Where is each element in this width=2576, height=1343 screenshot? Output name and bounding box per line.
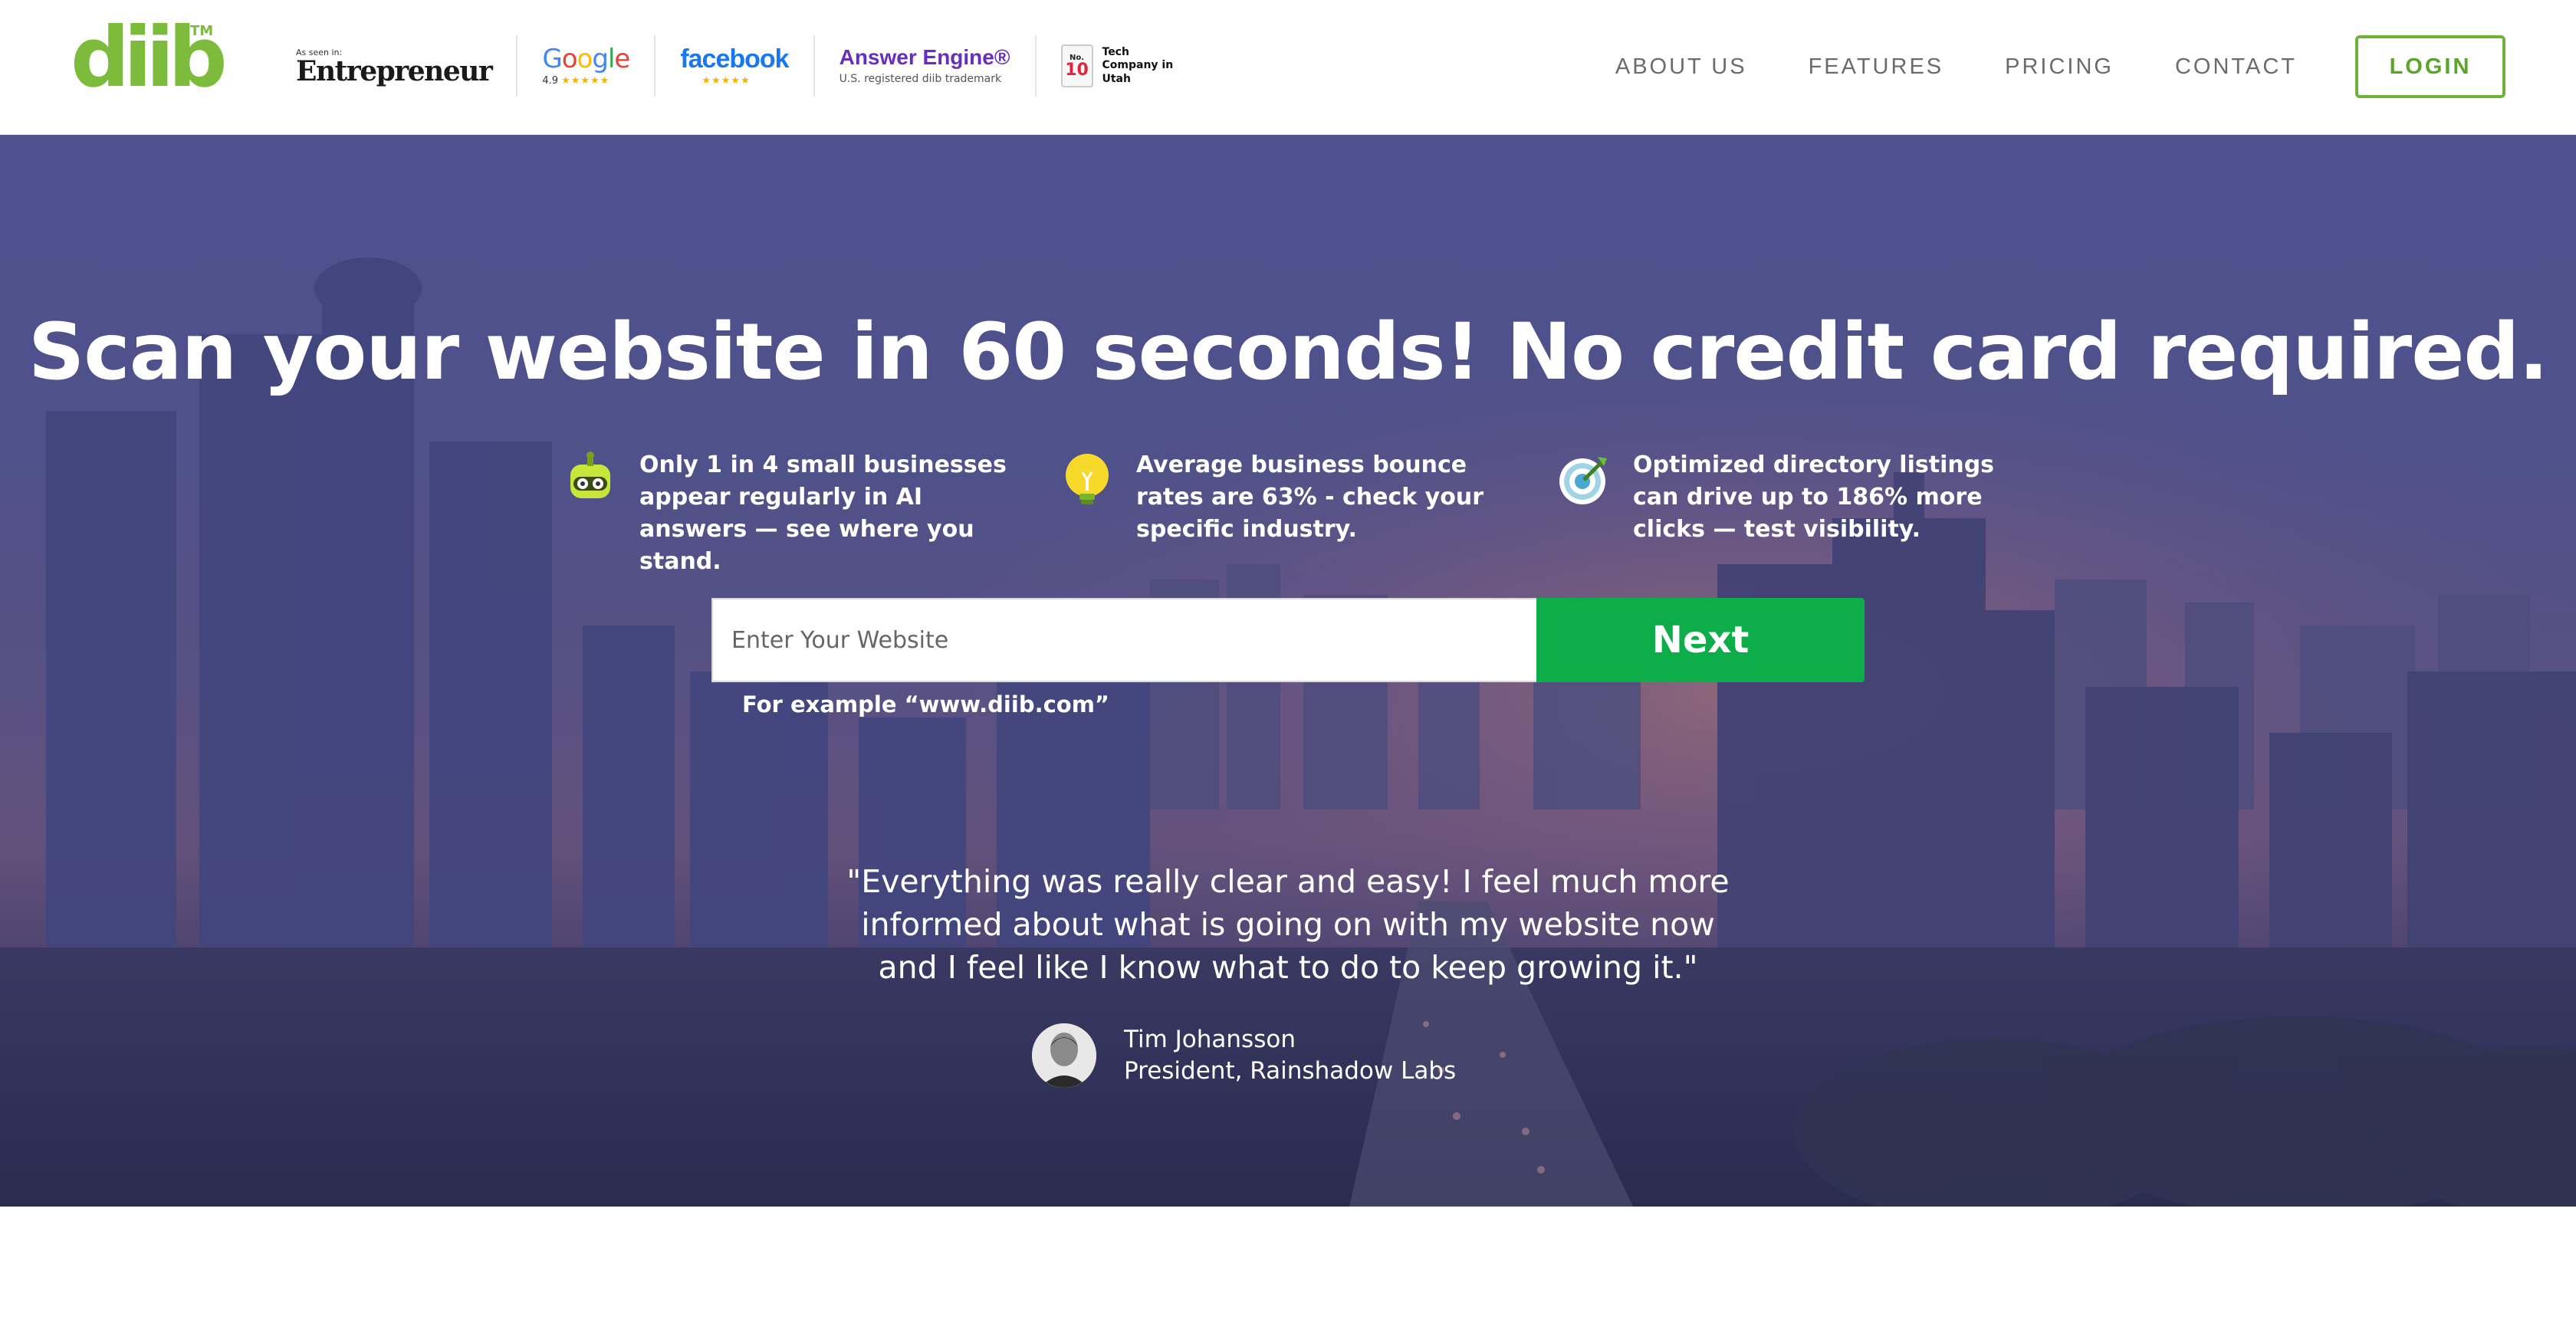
feature-text: Only 1 in 4 small businesses appear regu… [639,451,1007,575]
website-url-input[interactable] [711,598,1536,682]
star-rating-icon: ★★★★★ [702,74,751,87]
testimonial-quote: "Everything was really clear and easy! I… [846,863,1730,986]
feature-item-directory-listings: Optimized directory listings can drive u… [1553,449,2016,546]
tech-company-text: Tech Company in Utah [1102,45,1174,85]
main-nav: ABOUT US FEATURES PRICING CONTACT LOGIN [1615,35,2505,98]
example-hint: For example “www.diib.com” [742,691,1109,717]
press-badges: As seen in: Entrepreneur Google 4.9 ★★★★… [291,35,1211,97]
entrepreneur-badge: As seen in: Entrepreneur [291,35,518,97]
diib-logo[interactable]: diib TM [71,17,228,107]
nav-about-us[interactable]: ABOUT US [1615,54,1747,80]
feature-item-bounce-rates: Average business bounce rates are 63% - … [1056,449,1520,546]
hero-section: Scan your website in 60 seconds! No cred… [0,135,2576,1207]
site-header: diib TM As seen in: Entrepreneur Google … [0,0,2576,135]
lightbulb-icon [1066,454,1109,504]
facebook-logo: facebook [680,44,789,74]
next-button[interactable]: Next [1536,598,1865,682]
testimonial-author: Tim Johansson President, Rainshadow Labs [1032,1021,1456,1090]
google-rating-value: 4.9 [542,74,559,87]
robot-icon [570,451,610,498]
next-section [0,1207,2576,1343]
google-logo: Google [542,43,630,74]
feature-text: Optimized directory listings can drive u… [1633,451,1995,543]
answer-engine-badge: Answer Engine® U.S. registered diib trad… [815,35,1037,97]
feature-item-ai-answers: Only 1 in 4 small businesses appear regu… [560,449,1023,578]
website-scan-form: Next [711,598,1865,682]
star-rating-icon: ★★★★★ [561,74,610,87]
author-name: Tim Johansson [1124,1026,1296,1053]
answer-engine-subtitle: U.S. registered diib trademark [839,73,1002,85]
google-badge: Google 4.9 ★★★★★ [518,35,656,97]
login-button[interactable]: LOGIN [2355,35,2505,98]
feature-text: Average business bounce rates are 63% - … [1136,451,1484,543]
nav-pricing[interactable]: PRICING [2005,54,2114,80]
entrepreneur-logo: Entrepreneur [296,54,493,87]
hero-title: Scan your website in 60 seconds! No cred… [28,307,2548,398]
tech-company-badge: No. 10 Tech Company in Utah [1037,35,1211,97]
avatar [1032,1023,1096,1088]
answer-engine-logo: Answer Engine® [839,45,1010,69]
award-icon: No. 10 [1060,44,1093,87]
google-rating: 4.9 ★★★★★ [542,75,629,87]
target-icon [1559,457,1607,504]
facebook-badge: facebook ★★★★★ [656,35,815,97]
nav-contact[interactable]: CONTACT [2175,54,2297,80]
trademark-mark: TM [190,23,214,39]
author-title: President, Rainshadow Labs [1124,1057,1457,1085]
nav-features[interactable]: FEATURES [1809,54,1944,80]
feature-highlights: Only 1 in 4 small businesses appear regu… [560,449,2032,575]
